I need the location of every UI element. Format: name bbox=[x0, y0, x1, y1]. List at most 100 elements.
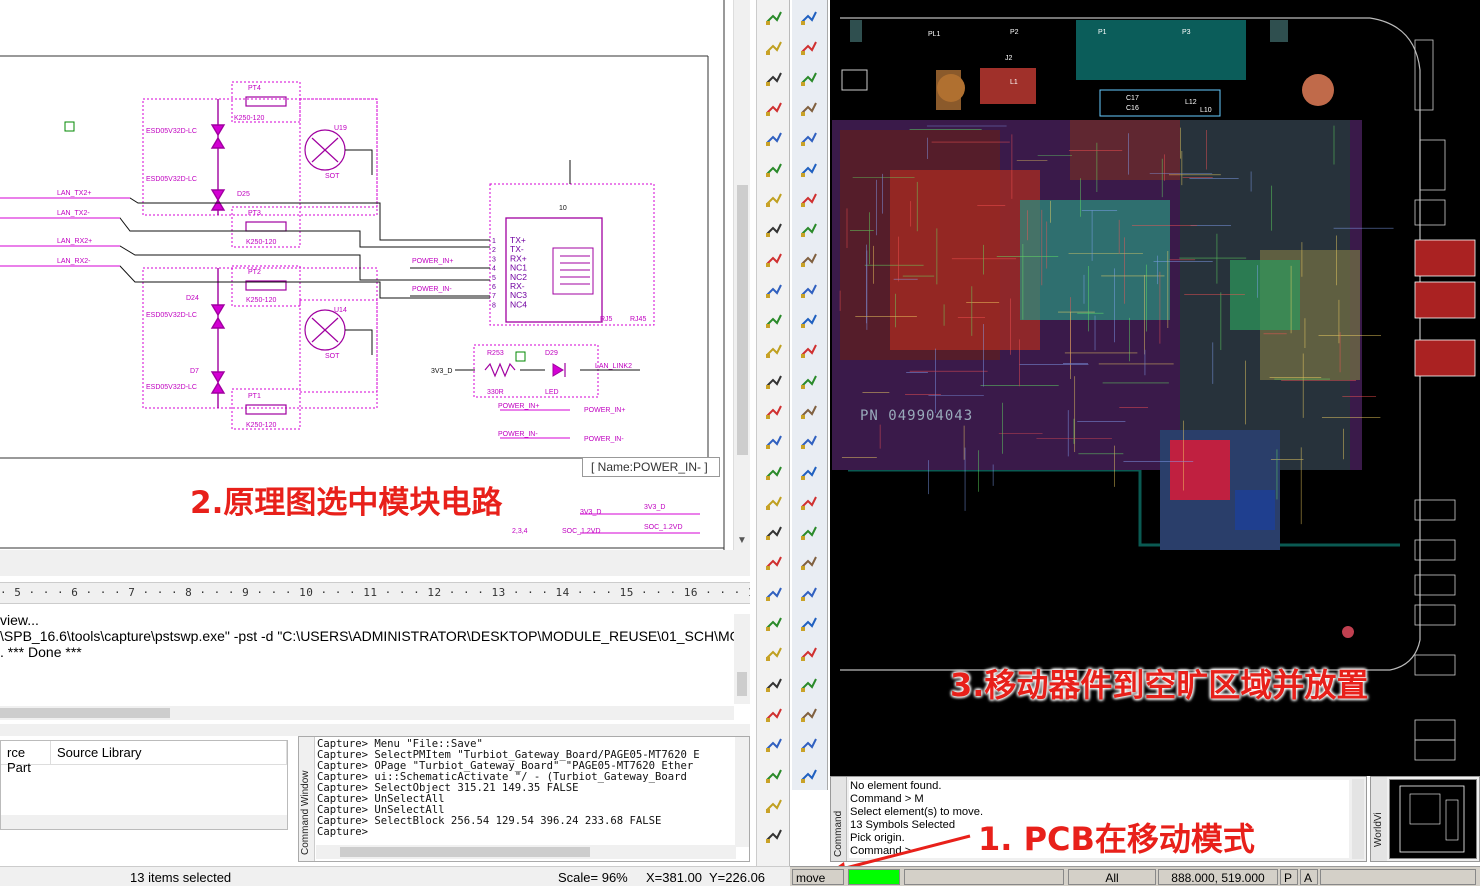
session-log-line: . *** Done *** bbox=[0, 644, 82, 660]
allegro-tool-icon[interactable] bbox=[798, 551, 820, 573]
schematic-vertical-scrollbar[interactable]: ▼ bbox=[733, 0, 750, 550]
capture-tool-icon[interactable] bbox=[763, 824, 785, 846]
net-power-in-minus: POWER_IN- bbox=[412, 286, 452, 293]
allegro-tool-icon[interactable] bbox=[798, 491, 820, 513]
capture-tool-icon[interactable] bbox=[763, 370, 785, 392]
capture-tool-icon[interactable] bbox=[763, 218, 785, 240]
capture-tool-icon[interactable] bbox=[763, 491, 785, 513]
label-pt3-val: K250-120 bbox=[246, 239, 276, 246]
worldview-panel[interactable]: WorldVi bbox=[1370, 776, 1480, 862]
capture-tool-icon[interactable] bbox=[763, 67, 785, 89]
capture-tool-icon[interactable] bbox=[763, 97, 785, 119]
allegro-tool-icon[interactable] bbox=[798, 158, 820, 180]
label-d25: D25 bbox=[237, 191, 250, 198]
capture-tool-icon[interactable] bbox=[763, 400, 785, 422]
label-u19: U19 bbox=[334, 125, 347, 132]
capture-tool-icon[interactable] bbox=[763, 642, 785, 664]
capture-tool-icon[interactable] bbox=[763, 673, 785, 695]
capture-tool-icon[interactable] bbox=[763, 461, 785, 483]
rj45-pin-number: 1 bbox=[492, 238, 496, 245]
allegro-tool-icon[interactable] bbox=[798, 612, 820, 634]
allegro-tool-icon[interactable] bbox=[798, 279, 820, 301]
allegro-tool-icon[interactable] bbox=[798, 521, 820, 543]
label-pt2-val: K250-120 bbox=[246, 297, 276, 304]
capture-tool-icon[interactable] bbox=[763, 248, 785, 270]
command-window-tab[interactable]: Command Window bbox=[299, 737, 315, 861]
worldview-map[interactable] bbox=[1389, 779, 1477, 859]
label-u14: U14 bbox=[334, 307, 347, 314]
capture-tool-icon[interactable] bbox=[763, 6, 785, 28]
command-window-hscroll[interactable] bbox=[316, 845, 736, 859]
allegro-tool-icon[interactable] bbox=[798, 67, 820, 89]
status-a[interactable]: A bbox=[1300, 869, 1318, 885]
offpage-power-in-minus: POWER_IN- bbox=[584, 436, 624, 443]
status-selected-count: 13 items selected bbox=[130, 870, 232, 885]
capture-tool-icon[interactable] bbox=[763, 158, 785, 180]
allegro-tool-icon[interactable] bbox=[798, 127, 820, 149]
allegro-tool-icon[interactable] bbox=[798, 309, 820, 331]
allegro-tool-icon[interactable] bbox=[798, 248, 820, 270]
parts-list-hscroll[interactable] bbox=[1, 815, 287, 829]
label-page-ref: 2,3,4 bbox=[512, 528, 528, 535]
capture-tool-icon[interactable] bbox=[763, 339, 785, 361]
label-3v3d: 3V3_D bbox=[431, 368, 452, 375]
label-pt1: PT1 bbox=[248, 393, 261, 400]
schematic-canvas[interactable]: PT4 K250-120 PT3 K250-120 PT2 K250-120 P… bbox=[0, 0, 733, 550]
status-p[interactable]: P bbox=[1280, 869, 1298, 885]
allegro-tool-icon[interactable] bbox=[798, 764, 820, 786]
allegro-tool-icon[interactable] bbox=[798, 339, 820, 361]
capture-tool-icon[interactable] bbox=[763, 612, 785, 634]
allegro-tool-icon[interactable] bbox=[798, 6, 820, 28]
capture-tool-icon[interactable] bbox=[763, 36, 785, 58]
label-num10: 10 bbox=[559, 205, 567, 212]
capture-tool-icon[interactable] bbox=[763, 521, 785, 543]
console-vscroll[interactable] bbox=[1352, 779, 1364, 859]
worldview-tab: WorldVi bbox=[1373, 812, 1384, 847]
session-log-vscroll[interactable] bbox=[734, 614, 750, 704]
allegro-tool-icon[interactable] bbox=[798, 461, 820, 483]
allegro-tool-icon[interactable] bbox=[798, 582, 820, 604]
session-log-hscroll[interactable] bbox=[0, 706, 734, 720]
capture-tool-icon[interactable] bbox=[763, 279, 785, 301]
session-log[interactable]: view... \SPB_16.6\tools\capture\pstswp.e… bbox=[0, 604, 750, 724]
command-window-vscroll[interactable] bbox=[735, 737, 749, 847]
pcb-ref-j2: J2 bbox=[1005, 55, 1013, 62]
capture-tool-icon[interactable] bbox=[763, 733, 785, 755]
col-source-library[interactable]: Source Library bbox=[51, 741, 287, 764]
allegro-tool-icon[interactable] bbox=[798, 400, 820, 422]
capture-tool-icon[interactable] bbox=[763, 551, 785, 573]
net-lan-rx2n: LAN_RX2- bbox=[57, 258, 91, 265]
scroll-down-arrow-icon[interactable]: ▼ bbox=[737, 535, 747, 546]
command-window[interactable]: Command Window Capture> Menu "File::Save… bbox=[298, 736, 750, 862]
capture-tool-icon[interactable] bbox=[763, 430, 785, 452]
allegro-tool-icon[interactable] bbox=[798, 703, 820, 725]
capture-tool-icon[interactable] bbox=[763, 582, 785, 604]
status-scale: Scale= 96% bbox=[558, 870, 628, 885]
allegro-tool-icon[interactable] bbox=[798, 97, 820, 119]
allegro-tool-icon[interactable] bbox=[798, 36, 820, 58]
allegro-tool-icon[interactable] bbox=[798, 218, 820, 240]
scroll-thumb[interactable] bbox=[737, 185, 748, 455]
allegro-tool-icon[interactable] bbox=[798, 188, 820, 210]
allegro-tool-icon[interactable] bbox=[798, 673, 820, 695]
pcb-ref-p1: P1 bbox=[1098, 29, 1107, 36]
annotation-step3: 3.移动器件到空旷区域并放置 bbox=[950, 666, 1369, 704]
capture-tool-icon[interactable] bbox=[763, 309, 785, 331]
parts-list[interactable]: rce Part Source Library bbox=[0, 740, 288, 830]
allegro-tool-icon[interactable] bbox=[798, 370, 820, 392]
allegro-tool-icon[interactable] bbox=[798, 733, 820, 755]
pcb-ref-p2: P2 bbox=[1010, 29, 1019, 36]
capture-tool-icon[interactable] bbox=[763, 188, 785, 210]
allegro-tool-icon[interactable] bbox=[798, 430, 820, 452]
capture-tool-icon[interactable] bbox=[763, 794, 785, 816]
rj45-pin-number: 3 bbox=[492, 256, 496, 263]
capture-tool-icon[interactable] bbox=[763, 127, 785, 149]
status-active-layer[interactable]: All bbox=[1068, 869, 1156, 885]
label-pt2: PT2 bbox=[248, 269, 261, 276]
capture-tool-icon[interactable] bbox=[763, 703, 785, 725]
annotation-step2: 2.原理图选中模块电路 bbox=[190, 485, 503, 521]
pcb-canvas[interactable]: PL1 P2 P1 P3 L1 C17 C16 L12 L10 J2 PN 04… bbox=[830, 0, 1480, 776]
col-source-part[interactable]: rce Part bbox=[1, 741, 51, 775]
allegro-tool-icon[interactable] bbox=[798, 642, 820, 664]
capture-tool-icon[interactable] bbox=[763, 764, 785, 786]
